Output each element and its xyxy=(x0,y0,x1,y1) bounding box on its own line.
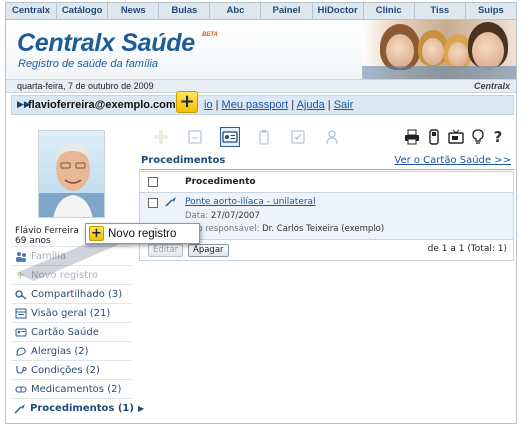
person-icon[interactable] xyxy=(322,127,342,147)
date-bar: quarta-feira, 7 de outubro de 2009 Centr… xyxy=(6,79,516,93)
sidebar-item-procedimentos[interactable]: Procedimentos (1) ▶ xyxy=(11,398,144,417)
sidebar-item-label: Família xyxy=(31,250,67,262)
sidebar-item-label: Alergias (2) xyxy=(31,345,89,357)
sidebar-item-compartilhado[interactable]: Compartilhado (3) xyxy=(11,284,131,303)
sidebar-item-medicamentos[interactable]: Medicamentos (2) xyxy=(11,379,131,398)
sidebar-item-label: Procedimentos (1) xyxy=(30,402,134,414)
sair-link[interactable]: Sair xyxy=(334,99,354,111)
procedures-table: Procedimento Ponte aorto-ilíaca - unilat… xyxy=(139,171,514,261)
profile-name: Flávio Ferreira xyxy=(15,226,79,236)
user-bar: ▶▶ flavioferreira@exemplo.com io | Meu p… xyxy=(11,95,514,115)
nav-suips[interactable]: Suips xyxy=(466,3,516,19)
profile-age: 69 anos xyxy=(15,236,51,246)
meu-passport-link[interactable]: Meu passport xyxy=(222,99,289,111)
edit-button[interactable]: Editar xyxy=(148,244,184,257)
delete-button[interactable]: Apagar xyxy=(188,244,229,257)
account-link-fragment[interactable]: io xyxy=(204,99,213,111)
ver-cartao-saude-link[interactable]: Ver o Cartão Saúde >> xyxy=(394,155,511,166)
folder-icon[interactable] xyxy=(185,127,205,147)
nav-painel[interactable]: Painel xyxy=(261,3,313,19)
calendar-icon xyxy=(14,307,27,319)
toolbar: ? xyxy=(139,123,516,153)
row-checkbox[interactable] xyxy=(148,198,158,208)
sidebar-item-novo-registro[interactable]: + Novo registro xyxy=(11,265,131,284)
procedures-title: Procedimentos xyxy=(141,155,226,166)
id-card-icon[interactable] xyxy=(220,127,240,147)
sidebar-item-visao-geral[interactable]: Visão geral (21) xyxy=(11,303,131,322)
procedure-name-link[interactable]: Ponte aorto-ilíaca - unilateral xyxy=(185,197,316,207)
sidebar-item-label: Visão geral (21) xyxy=(31,307,111,319)
scalpel-icon xyxy=(14,402,26,414)
avatar xyxy=(38,130,105,218)
tv-icon[interactable] xyxy=(447,127,465,147)
brand-tagline: Registro de saúde da família xyxy=(18,58,159,70)
nav-tiss[interactable]: Tiss xyxy=(415,3,466,19)
sidebar-item-label: Cartão Saúde xyxy=(31,326,99,338)
sidebar-item-alergias[interactable]: Alergias (2) xyxy=(11,341,131,360)
app-window: Centralx Catálogo News Bulas Abc Painel … xyxy=(5,2,517,424)
clipboard-icon[interactable] xyxy=(254,127,274,147)
nav-bulas[interactable]: Bulas xyxy=(159,3,211,19)
help-icon[interactable]: ? xyxy=(489,127,507,147)
add-record-highlight-icon[interactable]: + xyxy=(176,91,198,113)
nav-news[interactable]: News xyxy=(108,3,160,19)
sidebar-item-label: Compartilhado (3) xyxy=(31,288,123,300)
user-email: flavioferreira@exemplo.com xyxy=(28,99,176,111)
novo-registro-callout[interactable]: + Novo registro xyxy=(85,223,200,244)
pagination-info: de 1 a 1 (Total: 1) xyxy=(427,244,507,254)
link-separator: | xyxy=(327,99,331,111)
date-value: 27/07/2007 xyxy=(210,211,260,221)
date-label: Data: xyxy=(185,211,209,221)
sidebar-item-label: Novo registro xyxy=(31,269,99,281)
sidebar-item-familia[interactable]: Família xyxy=(11,246,131,265)
allergy-icon xyxy=(14,345,27,357)
card-icon xyxy=(14,326,27,338)
sidebar-item-label: Condições (2) xyxy=(31,364,100,376)
table-header: Procedimento xyxy=(140,172,513,193)
checklist-icon[interactable] xyxy=(288,127,308,147)
user-links: io | Meu passport | Ajuda | Sair xyxy=(204,99,353,111)
pill-icon xyxy=(14,383,27,395)
sidebar-item-cartao-saude[interactable]: Cartão Saúde xyxy=(11,322,131,341)
chevron-right-icon: ▶ xyxy=(137,403,145,413)
header-banner: Centralx Saúde BETA Registro de saúde da… xyxy=(6,20,516,79)
plus-glyph: + xyxy=(179,91,195,112)
nav-centralx[interactable]: Centralx xyxy=(6,3,58,19)
add-record-icon[interactable] xyxy=(151,127,171,147)
centralx-wordmark: Centralx xyxy=(473,81,510,91)
procedure-date: Data: 27/07/2007 xyxy=(185,211,260,221)
callout-label: Novo registro xyxy=(108,227,177,240)
scalpel-icon xyxy=(165,196,177,210)
nav-clinic[interactable]: Clinic xyxy=(364,3,415,19)
nav-catalogo[interactable]: Catálogo xyxy=(57,3,109,19)
stethoscope-icon xyxy=(14,364,27,376)
plus-icon: + xyxy=(89,226,104,241)
printer-icon[interactable] xyxy=(403,127,421,147)
nav-hidoctor[interactable]: HiDoctor xyxy=(313,3,364,19)
sidebar-item-condicoes[interactable]: Condições (2) xyxy=(11,360,131,379)
top-nav: Centralx Catálogo News Bulas Abc Painel … xyxy=(6,3,516,20)
phone-icon[interactable] xyxy=(425,127,443,147)
beta-badge: BETA xyxy=(202,32,218,38)
procedure-doctor: dico responsável: Dr. Carlos Teixeira (e… xyxy=(185,224,384,234)
people-icon xyxy=(14,250,27,262)
doctor-value: Dr. Carlos Teixeira (exemplo) xyxy=(262,224,385,234)
procedures-header: Procedimentos Ver o Cartão Saúde >> xyxy=(139,153,514,170)
select-all-checkbox[interactable] xyxy=(148,177,158,187)
family-photo xyxy=(362,20,516,79)
current-date: quarta-feira, 7 de outubro de 2009 xyxy=(17,81,154,91)
plus-icon: + xyxy=(16,269,25,281)
column-header-procedimento: Procedimento xyxy=(185,177,256,187)
sidebar-item-label: Medicamentos (2) xyxy=(31,383,122,395)
nav-abc[interactable]: Abc xyxy=(210,3,262,19)
left-sidebar: Flávio Ferreira 69 anos Família + Novo r… xyxy=(6,116,144,423)
link-separator: | xyxy=(291,99,295,111)
ajuda-link[interactable]: Ajuda xyxy=(297,99,325,111)
lightbulb-icon[interactable] xyxy=(469,127,487,147)
key-icon xyxy=(14,288,27,300)
link-separator: | xyxy=(215,99,219,111)
brand-title[interactable]: Centralx Saúde xyxy=(17,29,195,58)
